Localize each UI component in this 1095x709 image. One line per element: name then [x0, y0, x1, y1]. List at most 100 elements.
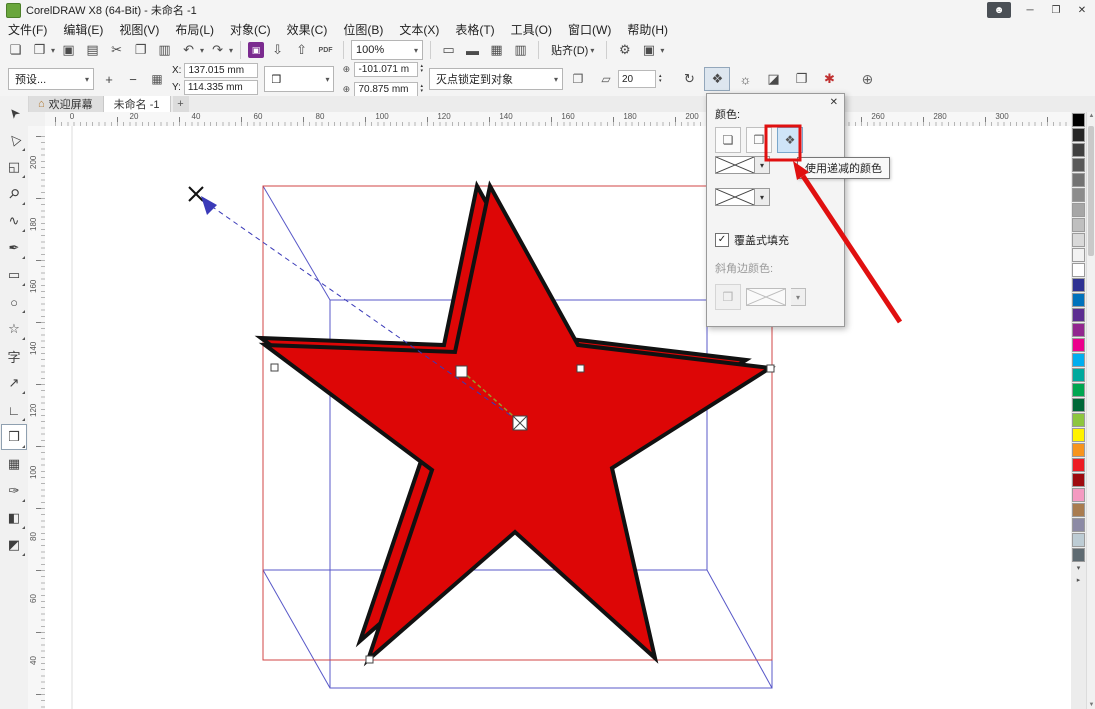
publish-pdf[interactable]: PDF: [315, 40, 336, 60]
palette-swatch-0[interactable]: [1072, 113, 1085, 127]
palette-swatch-12[interactable]: [1072, 293, 1085, 307]
app-launcher-dropdown-icon[interactable]: ▾: [660, 46, 664, 55]
color-eyedropper-tool[interactable]: ✑: [2, 479, 26, 503]
palette-swatch-29[interactable]: [1072, 548, 1085, 562]
extrude-color[interactable]: ❖: [705, 68, 729, 90]
tab-welcome[interactable]: ⌂ 欢迎屏幕: [28, 96, 104, 112]
selection-handle[interactable]: [271, 364, 278, 371]
print-document[interactable]: ▤: [82, 40, 103, 60]
vertical-scrollbar[interactable]: ▲ ▼: [1086, 112, 1095, 709]
zoom-level[interactable]: 100%▾: [351, 40, 423, 60]
depth-field[interactable]: 20: [618, 70, 656, 88]
horizontal-ruler[interactable]: 0204060801001201401601802002202402602803…: [45, 112, 1071, 127]
menu-item-5[interactable]: 效果(C): [279, 20, 336, 38]
palette-swatch-27[interactable]: [1072, 518, 1085, 532]
palette-swatch-17[interactable]: [1072, 368, 1085, 382]
palette-swatch-11[interactable]: [1072, 278, 1085, 292]
palette-swatch-22[interactable]: [1072, 443, 1085, 457]
menu-item-1[interactable]: 编辑(E): [55, 20, 111, 38]
clear-extrude[interactable]: ✱: [817, 68, 841, 90]
copy[interactable]: ❐: [130, 40, 151, 60]
palette-swatch-9[interactable]: [1072, 248, 1085, 262]
palette-swatch-4[interactable]: [1072, 173, 1085, 187]
extrusion-type-dropdown[interactable]: ❒ ▾: [264, 66, 334, 92]
checkbox-checked-icon[interactable]: ✓: [715, 233, 729, 247]
selection-handle[interactable]: [577, 365, 584, 372]
export[interactable]: ⇧: [291, 40, 312, 60]
copy-vp-icon[interactable]: ❐: [569, 70, 587, 88]
redo-dropdown-icon[interactable]: ▾: [229, 46, 233, 55]
menu-item-6[interactable]: 位图(B): [335, 20, 391, 38]
sign-in-icon[interactable]: ☻: [987, 2, 1011, 18]
palette-swatch-16[interactable]: [1072, 353, 1085, 367]
vp-y-spinner[interactable]: ▴▾: [420, 84, 423, 94]
overprint-fill-option[interactable]: ✓ 覆盖式填充: [715, 232, 789, 248]
add-icon[interactable]: ⊕: [861, 71, 873, 88]
parallel-dimension-tool[interactable]: ↗: [2, 371, 26, 395]
undo-dropdown-icon[interactable]: ▾: [200, 46, 204, 55]
save-document[interactable]: ▣: [58, 40, 79, 60]
palette-swatch-15[interactable]: [1072, 338, 1085, 352]
open-document-dropdown-icon[interactable]: ▾: [51, 46, 55, 55]
extrude-tool[interactable]: ❒: [2, 425, 26, 449]
vp-x-spinner[interactable]: ▴▾: [420, 64, 423, 74]
ruler-origin-box[interactable]: [28, 112, 46, 127]
pick-tool[interactable]: ➤: [2, 101, 26, 125]
tab-document[interactable]: 未命名 -1: [104, 96, 171, 112]
restore-button[interactable]: ❐: [1043, 0, 1069, 20]
palette-swatch-18[interactable]: [1072, 383, 1085, 397]
menu-item-3[interactable]: 布局(L): [167, 20, 222, 38]
vp-mode-dropdown[interactable]: 灭点锁定到对象 ▾: [429, 68, 563, 90]
add-preset-button[interactable]: +: [100, 70, 118, 88]
vanishing-point-arrow[interactable]: [201, 196, 217, 215]
shape-tool[interactable]: ▷: [2, 128, 26, 152]
scrollbar-thumb[interactable]: [1088, 126, 1094, 256]
palette-swatch-6[interactable]: [1072, 203, 1085, 217]
palette-swatch-13[interactable]: [1072, 308, 1085, 322]
selection-handle[interactable]: [767, 365, 774, 372]
selection-handle[interactable]: [456, 366, 467, 377]
ellipse-tool[interactable]: ○: [2, 290, 26, 314]
rectangle-tool[interactable]: ▭: [2, 263, 26, 287]
palette-swatch-20[interactable]: [1072, 413, 1085, 427]
cut[interactable]: ✂: [106, 40, 127, 60]
no-color-swatch[interactable]: [715, 156, 755, 174]
palette-flyout-icon[interactable]: ▸: [1071, 574, 1086, 586]
menu-item-11[interactable]: 帮助(H): [619, 20, 676, 38]
use-solid-color[interactable]: ❒: [746, 127, 772, 153]
palette-swatch-2[interactable]: [1072, 143, 1085, 157]
text-tool[interactable]: 字: [2, 344, 26, 368]
palette-swatch-3[interactable]: [1072, 158, 1085, 172]
drawing-canvas[interactable]: [45, 126, 1071, 709]
palette-swatch-24[interactable]: [1072, 473, 1085, 487]
scroll-up-icon[interactable]: ▲: [1087, 113, 1095, 119]
connector-tool[interactable]: ∟: [2, 398, 26, 422]
menu-item-2[interactable]: 视图(V): [111, 20, 167, 38]
scroll-down-icon[interactable]: ▼: [1087, 702, 1095, 708]
vp-y-field[interactable]: 70.875 mm: [354, 82, 418, 97]
close-button[interactable]: ✕: [1069, 0, 1095, 20]
palette-swatch-8[interactable]: [1072, 233, 1085, 247]
palette-swatch-25[interactable]: [1072, 488, 1085, 502]
artistic-media-tool[interactable]: ✒: [2, 236, 26, 260]
menu-item-9[interactable]: 工具(O): [503, 20, 560, 38]
import[interactable]: ⇩: [267, 40, 288, 60]
undo[interactable]: ↶: [178, 40, 199, 60]
no-color-swatch[interactable]: [715, 188, 755, 206]
paste[interactable]: ▥: [154, 40, 175, 60]
palette-swatch-1[interactable]: [1072, 128, 1085, 142]
selection-handle[interactable]: [366, 656, 373, 663]
menu-item-4[interactable]: 对象(C): [222, 20, 279, 38]
menu-item-8[interactable]: 表格(T): [447, 20, 502, 38]
palette-swatch-7[interactable]: [1072, 218, 1085, 232]
palette-swatch-14[interactable]: [1072, 323, 1085, 337]
palette-swatch-26[interactable]: [1072, 503, 1085, 517]
palette-scroll-down-icon[interactable]: ▾: [1071, 562, 1086, 574]
zoom-tool[interactable]: ⚲: [2, 182, 26, 206]
close-icon[interactable]: ✕: [830, 97, 838, 108]
new-tab-button[interactable]: +: [173, 96, 189, 112]
palette-swatch-23[interactable]: [1072, 458, 1085, 472]
palette-swatch-5[interactable]: [1072, 188, 1085, 202]
show-grid[interactable]: ▦: [486, 40, 507, 60]
menu-item-7[interactable]: 文本(X): [391, 20, 447, 38]
